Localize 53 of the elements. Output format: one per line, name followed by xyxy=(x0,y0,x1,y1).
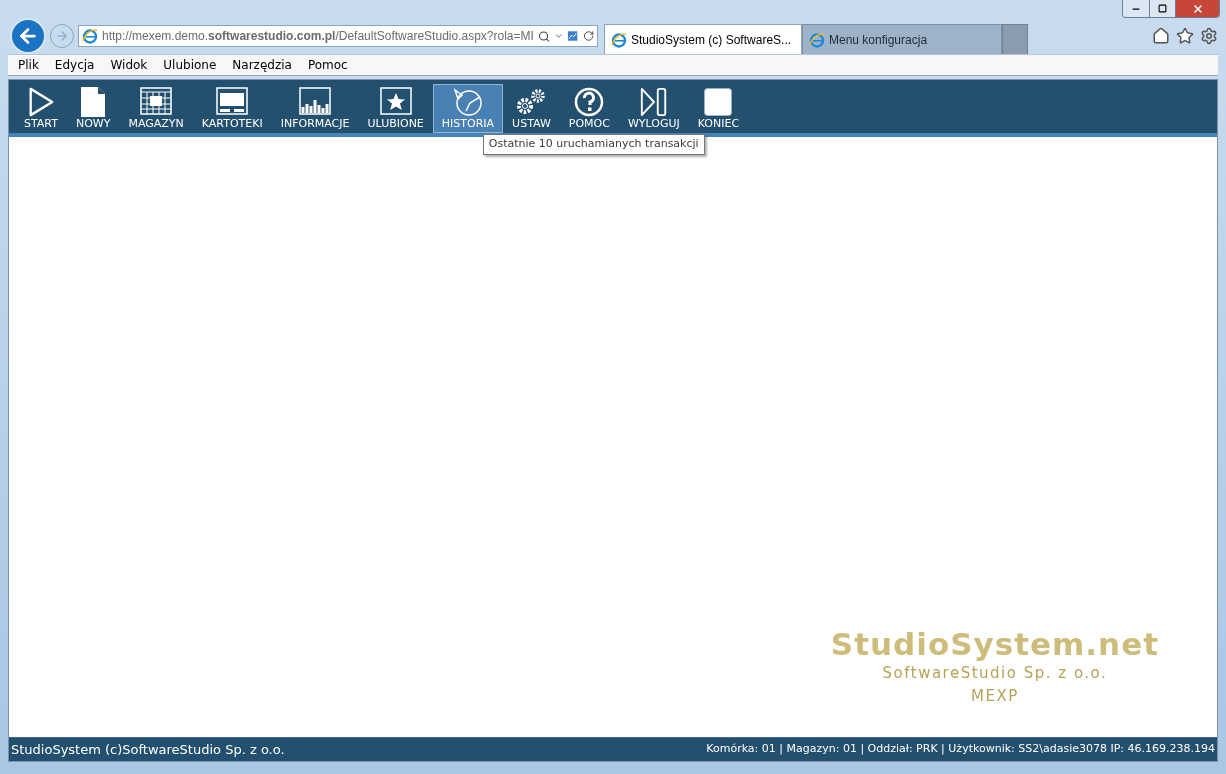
maximize-icon xyxy=(1158,4,1167,13)
menu-item[interactable]: Pomoc xyxy=(307,56,348,74)
refresh-icon[interactable] xyxy=(582,30,594,42)
tooltip: Ostatnie 10 uruchamianych transakcji xyxy=(482,134,705,155)
search-icon[interactable] xyxy=(537,29,551,43)
browser-tab[interactable]: StudioSystem (c) SoftwareS... xyxy=(604,24,802,54)
compatibility-icon[interactable] xyxy=(567,30,579,42)
window-icon xyxy=(216,87,249,115)
tab-title: StudioSystem (c) SoftwareS... xyxy=(631,31,792,49)
browser-logo-icon xyxy=(809,31,825,48)
star-window-icon xyxy=(379,87,412,115)
toolbar-button[interactable]: POMOC xyxy=(559,84,619,133)
menu-item[interactable]: Plik xyxy=(18,56,39,74)
toolbar-button[interactable]: NOWY xyxy=(66,84,120,133)
settings-icon[interactable] xyxy=(1200,27,1218,45)
brand-title: StudioSystem.net xyxy=(830,626,1159,662)
grid-window-icon xyxy=(140,87,173,115)
toolbar-button[interactable]: KONIEC xyxy=(688,84,749,133)
toolbar-button[interactable]: USTAW xyxy=(503,84,560,133)
maximize-button[interactable] xyxy=(1149,0,1175,17)
brand-code: MEXP xyxy=(971,685,1019,707)
toolbar-button[interactable]: MAGAZYN xyxy=(119,84,193,133)
toolbar-button[interactable]: WYLOGUJ xyxy=(618,84,689,133)
tab-title: Menu konfiguracja xyxy=(829,31,929,49)
toolbar-button[interactable]: ULUBIONE xyxy=(358,84,433,133)
menu-item[interactable]: Narzędzia xyxy=(232,56,292,74)
toolbar-button[interactable]: START xyxy=(15,84,67,133)
menu-item[interactable]: Widok xyxy=(110,56,148,74)
skip-icon xyxy=(638,87,669,117)
back-button[interactable] xyxy=(10,18,46,54)
toolbar-button[interactable]: INFORMACJE xyxy=(271,84,359,133)
stop-icon xyxy=(703,87,734,117)
browser-logo-icon xyxy=(82,28,98,44)
forward-arrow-icon xyxy=(55,29,69,43)
address-field[interactable]: http://mexem.demo.softwarestudio.com.pl/DefaultSoftwareStudio.aspx?rola=MI xyxy=(78,25,598,47)
browser-logo-icon xyxy=(611,31,627,48)
toolbar-button[interactable]: HISTORIA xyxy=(432,84,504,133)
history-icon xyxy=(451,87,484,117)
brand-company: SoftwareStudio Sp. z o.o. xyxy=(882,663,1108,684)
session-info: Komórka: 01 | Magazyn: 01 | Oddział: PRK | Użytkownik: SS2\adasie3078 IP: 46.169.238.194 xyxy=(706,741,1215,758)
help-icon xyxy=(574,87,605,117)
menu-item[interactable]: Edycja xyxy=(54,56,95,74)
browser-tab[interactable]: Menu konfiguracja xyxy=(802,24,1002,54)
minimize-button[interactable] xyxy=(1123,0,1149,17)
bar-chart-window-icon xyxy=(299,87,332,115)
status-text: StudioSystem (c)SoftwareStudio Sp. z o.o. xyxy=(11,740,285,759)
toolbar-button[interactable]: KARTOTEKI xyxy=(192,84,272,133)
url-text: http://mexem.demo.softwarestudio.com.pl/DefaultSoftwareStudio.aspx?rola=MI xyxy=(102,28,534,45)
favorites-icon[interactable] xyxy=(1176,27,1194,45)
menu-item[interactable]: Ulubione xyxy=(163,56,217,74)
document-icon xyxy=(81,87,106,117)
close-icon xyxy=(1191,2,1204,15)
home-icon[interactable] xyxy=(1152,27,1170,45)
